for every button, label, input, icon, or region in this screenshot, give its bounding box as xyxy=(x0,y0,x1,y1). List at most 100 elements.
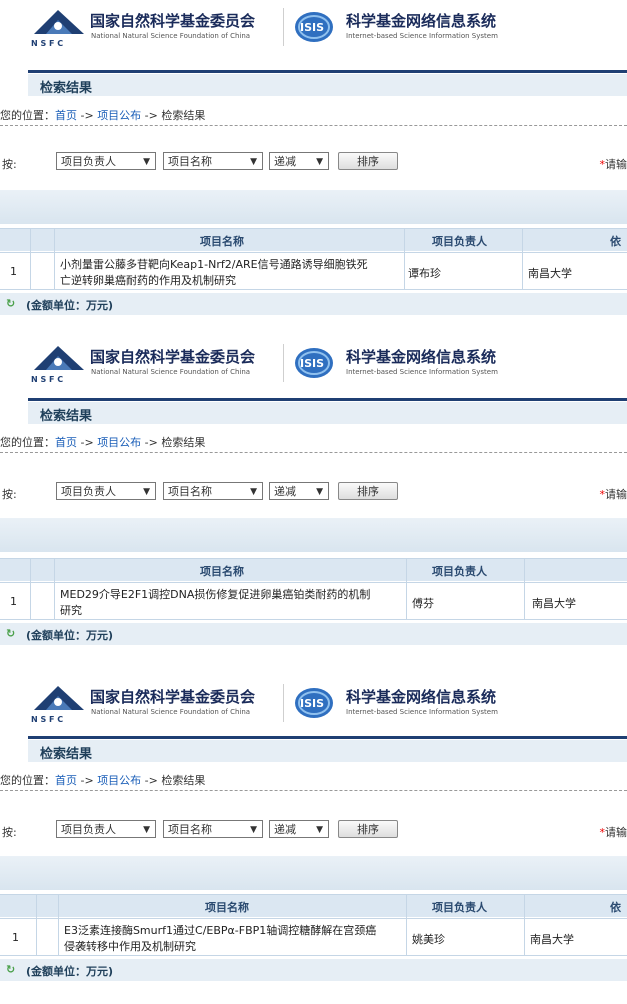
project-name-line1: MED29介导E2F1调控DNA损伤修复促进卵巢癌铂类耐药的机制 xyxy=(60,588,371,601)
project-name-line2: 侵袭转移中作用及机制研究 xyxy=(64,940,196,953)
row-index: 1 xyxy=(10,595,17,608)
breadcrumb-projects-link[interactable]: 项目公布 xyxy=(97,774,141,787)
chevron-down-icon: ▼ xyxy=(316,157,323,167)
section-title: 检索结果 xyxy=(40,747,93,762)
chevron-down-icon: ▼ xyxy=(143,487,150,497)
nsfc-subtitle: National Natural Science Foundation of C… xyxy=(91,32,251,40)
nsfc-abbr: N S F C xyxy=(31,715,63,724)
sort-field2-select[interactable]: 项目名称 ▼ xyxy=(163,152,263,170)
header-rule xyxy=(28,70,627,73)
sort-order-select[interactable]: 递减 ▼ xyxy=(269,482,329,500)
chevron-down-icon: ▼ xyxy=(250,157,257,167)
isis-title: 科学基金网络信息系统 xyxy=(346,12,497,30)
breadcrumb-sep: -> xyxy=(77,436,98,449)
breadcrumb-projects-link[interactable]: 项目公布 xyxy=(97,436,141,449)
hint-text: 请输 xyxy=(605,158,627,171)
isis-logo-text: ISIS xyxy=(300,697,324,710)
col-header-next: 依 xyxy=(610,901,621,914)
sort-field-select[interactable]: 项目负责人 ▼ xyxy=(56,482,156,500)
col-divider xyxy=(54,228,55,290)
table-header: 项目名称 项目负责人 依 xyxy=(0,228,627,251)
sort-field-value: 项目负责人 xyxy=(61,485,116,498)
required-hint: *请输 xyxy=(600,824,627,840)
col-header-next: 依 xyxy=(610,235,621,248)
breadcrumb-home-link[interactable]: 首页 xyxy=(55,109,77,122)
sort-button[interactable]: 排序 xyxy=(338,820,398,838)
site-header: N S F C 国家自然科学基金委员会 National Natural Sci… xyxy=(0,676,627,728)
project-unit: 南昌大学 xyxy=(528,267,572,280)
col-divider xyxy=(30,228,31,290)
table-toolbar xyxy=(0,190,627,224)
sort-order-value: 递减 xyxy=(274,155,296,168)
sort-button[interactable]: 排序 xyxy=(338,482,398,500)
col-divider xyxy=(524,894,525,956)
table-header: 项目名称 项目负责人 依 xyxy=(0,894,627,917)
table-row[interactable]: 1 MED29介导E2F1调控DNA损伤修复促进卵巢癌铂类耐药的机制 研究 傅芬… xyxy=(0,582,627,620)
row-index: 1 xyxy=(12,931,19,944)
table-row[interactable]: 1 E3泛素连接酶Smurf1通过C/EBPα-FBP1轴调控糖酵解在宫颈癌 侵… xyxy=(0,918,627,956)
isis-logo-icon: ISIS xyxy=(295,12,333,42)
breadcrumb: 您的位置：首页 -> 项目公布 -> 检索结果 xyxy=(0,107,627,126)
col-header-name: 项目名称 xyxy=(205,901,249,914)
sort-label: 按: xyxy=(2,488,17,501)
sort-field2-value: 项目名称 xyxy=(168,155,212,168)
amount-unit-note: (金额单位：万元) xyxy=(26,299,114,312)
section-title: 检索结果 xyxy=(40,81,93,96)
breadcrumb-sep: -> xyxy=(141,109,162,122)
col-divider xyxy=(58,894,59,956)
sort-field-select[interactable]: 项目负责人 ▼ xyxy=(56,152,156,170)
table-header: 项目名称 项目负责人 xyxy=(0,558,627,581)
chevron-down-icon: ▼ xyxy=(316,825,323,835)
breadcrumb-prefix: 您的位置： xyxy=(0,109,55,122)
isis-logo-icon: ISIS xyxy=(295,688,333,718)
breadcrumb: 您的位置：首页 -> 项目公布 -> 检索结果 xyxy=(0,772,627,791)
site-header: N S F C 国家自然科学基金委员会 National Natural Sci… xyxy=(0,0,627,52)
amount-unit-note: (金额单位：万元) xyxy=(26,965,114,978)
project-name-line2: 亡逆转卵巢癌耐药的作用及机制研究 xyxy=(60,274,236,287)
sort-button[interactable]: 排序 xyxy=(338,152,398,170)
project-leader: 傅芬 xyxy=(412,597,434,610)
site-header: N S F C 国家自然科学基金委员会 National Natural Sci… xyxy=(0,336,627,388)
header-divider xyxy=(283,344,284,382)
amount-unit-note: (金额单位：万元) xyxy=(26,629,114,642)
breadcrumb-home-link[interactable]: 首页 xyxy=(55,774,77,787)
section-titlebar: 检索结果 xyxy=(28,74,627,96)
isis-logo-text: ISIS xyxy=(300,357,324,370)
sort-field-select[interactable]: 项目负责人 ▼ xyxy=(56,820,156,838)
col-divider xyxy=(406,894,407,956)
col-divider xyxy=(524,558,525,620)
col-header-name: 项目名称 xyxy=(200,235,244,248)
chevron-down-icon: ▼ xyxy=(143,825,150,835)
nsfc-abbr: N S F C xyxy=(31,39,63,48)
project-unit: 南昌大学 xyxy=(530,933,574,946)
project-leader: 谭布珍 xyxy=(408,267,441,280)
nsfc-subtitle: National Natural Science Foundation of C… xyxy=(91,708,251,716)
isis-subtitle: Internet-based Science Information Syste… xyxy=(346,368,498,376)
breadcrumb-home-link[interactable]: 首页 xyxy=(55,436,77,449)
project-name-line1: E3泛素连接酶Smurf1通过C/EBPα-FBP1轴调控糖酵解在宫颈癌 xyxy=(64,924,377,937)
sort-order-select[interactable]: 递减 ▼ xyxy=(269,820,329,838)
project-leader: 姚美珍 xyxy=(412,933,445,946)
breadcrumb-sep: -> xyxy=(77,109,98,122)
sort-field2-select[interactable]: 项目名称 ▼ xyxy=(163,820,263,838)
sort-order-select[interactable]: 递减 ▼ xyxy=(269,152,329,170)
table-footer: ↻ (金额单位：万元) xyxy=(0,293,627,315)
nsfc-abbr: N S F C xyxy=(31,375,63,384)
col-divider xyxy=(54,558,55,620)
isis-title: 科学基金网络信息系统 xyxy=(346,688,497,706)
header-divider xyxy=(283,8,284,46)
isis-subtitle: Internet-based Science Information Syste… xyxy=(346,708,498,716)
section-titlebar: 检索结果 xyxy=(28,740,627,762)
breadcrumb-current: 检索结果 xyxy=(161,109,206,122)
breadcrumb-projects-link[interactable]: 项目公布 xyxy=(97,109,141,122)
sort-field2-value: 项目名称 xyxy=(168,485,212,498)
project-name-line1: 小剂量雷公藤多苷靶向Keap1-Nrf2/ARE信号通路诱导细胞铁死 xyxy=(60,258,368,271)
required-hint: *请输 xyxy=(600,156,627,172)
table-footer: ↻ (金额单位：万元) xyxy=(0,623,627,645)
refresh-icon: ↻ xyxy=(6,297,16,310)
sort-order-value: 递减 xyxy=(274,823,296,836)
sort-controls: 按: 项目负责人 ▼ 项目名称 ▼ 递减 ▼ 排序 *请输 xyxy=(0,482,627,504)
sort-field2-select[interactable]: 项目名称 ▼ xyxy=(163,482,263,500)
table-row[interactable]: 1 小剂量雷公藤多苷靶向Keap1-Nrf2/ARE信号通路诱导细胞铁死 亡逆转… xyxy=(0,252,627,290)
col-divider xyxy=(30,558,31,620)
